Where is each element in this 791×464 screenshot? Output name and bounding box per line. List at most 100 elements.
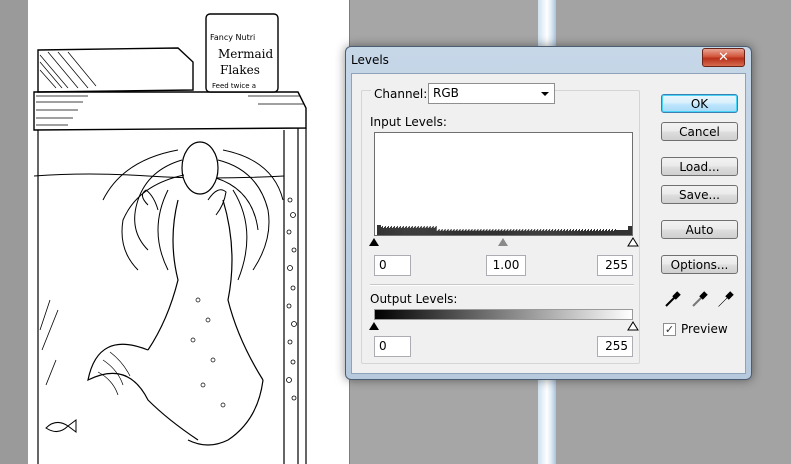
- histogram-bar: [604, 231, 605, 235]
- histogram-bar: [393, 226, 395, 235]
- histogram-bar: [509, 230, 511, 235]
- histogram-bar: [532, 231, 534, 235]
- histogram-bar: [565, 231, 567, 235]
- output-white-point-handle[interactable]: [627, 321, 639, 331]
- cancel-button[interactable]: Cancel: [661, 122, 738, 141]
- histogram-bar: [498, 229, 500, 235]
- histogram-bar: [419, 227, 421, 235]
- histogram-bar: [389, 227, 391, 235]
- histogram-bar: [380, 227, 382, 235]
- histogram-bar: [511, 231, 513, 235]
- histogram-bar: [555, 229, 557, 235]
- output-black-point-handle[interactable]: [369, 322, 379, 330]
- histogram-bar: [452, 230, 454, 235]
- input-levels-label: Input Levels:: [370, 115, 447, 129]
- dialog-titlebar[interactable]: Levels ✕: [346, 47, 751, 73]
- histogram-bar: [378, 225, 380, 235]
- histogram-bar: [591, 229, 592, 235]
- histogram-bar: [529, 231, 531, 235]
- histogram-bar: [454, 231, 456, 235]
- input-gamma-field[interactable]: 1.00: [486, 255, 526, 276]
- eyedropper-white-icon[interactable]: [716, 290, 736, 308]
- eyedropper-gray-icon[interactable]: [690, 290, 710, 308]
- output-white-field[interactable]: 255: [597, 336, 633, 357]
- mermaid-illustration: Fancy Nutri Mermaid Flakes Feed twice a: [33, 13, 307, 464]
- output-levels-slider[interactable]: [369, 320, 639, 332]
- jar-label-line-2: Flakes: [220, 63, 260, 77]
- close-button[interactable]: ✕: [702, 48, 745, 67]
- histogram-bar: [442, 231, 444, 235]
- histogram-bar: [473, 230, 475, 235]
- histogram-bar: [465, 229, 467, 235]
- histogram-bar: [499, 231, 501, 235]
- histogram-bar: [483, 229, 485, 235]
- input-black-point-handle[interactable]: [369, 238, 379, 246]
- histogram-bar: [564, 229, 566, 235]
- checkmark-icon: ✓: [664, 323, 675, 336]
- histogram-bar: [413, 227, 415, 235]
- histogram-bar: [614, 230, 615, 235]
- histogram-bar: [561, 229, 563, 235]
- histogram-bar: [470, 230, 472, 235]
- histogram-bar: [448, 231, 450, 235]
- histogram-bar: [491, 230, 493, 235]
- histogram-bar: [630, 226, 631, 235]
- histogram-bar: [539, 230, 541, 235]
- histogram-bar: [449, 230, 451, 235]
- input-gamma-handle[interactable]: [498, 238, 508, 246]
- input-levels-slider[interactable]: [369, 236, 639, 248]
- histogram-bar: [605, 230, 606, 235]
- histogram-bar: [478, 231, 480, 235]
- histogram-bar: [388, 228, 390, 235]
- channel-select[interactable]: RGB: [428, 83, 555, 104]
- histogram-bar: [627, 230, 628, 235]
- histogram-bar: [490, 231, 492, 235]
- options-button[interactable]: Options...: [661, 255, 738, 274]
- histogram-bar: [441, 229, 443, 235]
- histogram-bar: [548, 230, 550, 235]
- histogram-bar: [516, 229, 518, 235]
- histogram-bar: [382, 228, 384, 235]
- load-button[interactable]: Load...: [661, 157, 738, 176]
- histogram-bar: [623, 230, 624, 235]
- output-levels-label: Output Levels:: [370, 292, 458, 306]
- histogram-bar: [394, 228, 396, 235]
- histogram-bar: [458, 230, 460, 235]
- histogram-bar: [523, 231, 525, 235]
- histogram-bar: [390, 226, 392, 235]
- histogram-bar: [468, 229, 470, 235]
- histogram-bar: [541, 231, 543, 235]
- histogram-bar: [402, 226, 404, 235]
- ok-button[interactable]: OK: [661, 94, 738, 113]
- levels-dialog: Levels ✕ Channel: RGB Input Levels: 0 1.…: [345, 46, 752, 380]
- histogram-bar: [428, 227, 430, 235]
- histogram-bar: [453, 229, 455, 235]
- histogram-bar: [542, 230, 544, 235]
- histogram-bar: [602, 230, 603, 235]
- histogram-bar: [579, 229, 581, 235]
- histogram-bar: [486, 229, 488, 235]
- histogram-bar: [412, 228, 414, 235]
- auto-button[interactable]: Auto: [661, 220, 738, 239]
- output-black-field[interactable]: 0: [374, 336, 411, 357]
- histogram-bar: [404, 227, 406, 235]
- histogram-bar: [612, 229, 613, 235]
- histogram-bar: [560, 230, 562, 235]
- histogram-bar: [540, 229, 542, 235]
- histogram-bar: [595, 231, 596, 235]
- histogram-bar: [489, 229, 491, 235]
- input-white-point-handle[interactable]: [627, 237, 639, 247]
- eyedropper-black-icon[interactable]: [663, 290, 683, 308]
- preview-checkbox[interactable]: ✓: [663, 323, 676, 336]
- histogram-bar: [592, 231, 593, 235]
- input-white-field[interactable]: 255: [597, 255, 633, 276]
- histogram-bar: [551, 230, 553, 235]
- histogram-bar: [538, 231, 540, 235]
- histogram-bar: [619, 230, 620, 235]
- input-black-field[interactable]: 0: [374, 255, 411, 276]
- save-button[interactable]: Save...: [661, 185, 738, 204]
- artwork-canvas[interactable]: Fancy Nutri Mermaid Flakes Feed twice a: [28, 0, 350, 464]
- histogram-bar: [400, 228, 402, 235]
- histogram-bar: [464, 230, 466, 235]
- histogram-bar: [423, 226, 425, 235]
